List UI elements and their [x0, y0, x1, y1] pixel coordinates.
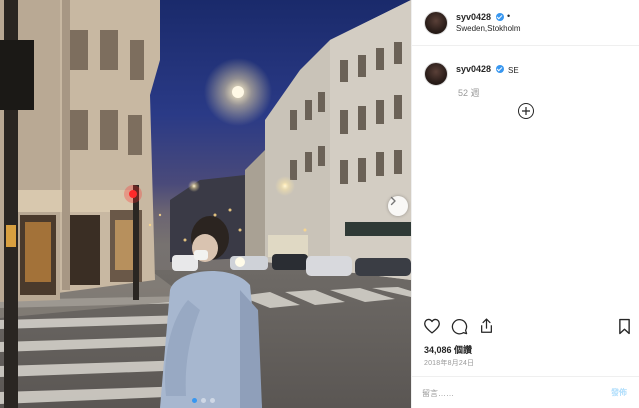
- caption-avatar[interactable]: [424, 62, 448, 86]
- carousel-dot: [201, 398, 206, 403]
- bookmark-icon: [619, 318, 630, 335]
- verified-badge-icon: [496, 65, 504, 73]
- likes-number: 34,086: [424, 345, 452, 355]
- carousel-dot: [210, 398, 215, 403]
- caption-text: SE: [508, 66, 519, 75]
- load-more-comments-button[interactable]: [518, 103, 534, 119]
- share-button[interactable]: [478, 317, 495, 340]
- verified-badge-icon: [496, 13, 504, 21]
- post-date[interactable]: 2018年8月24日: [424, 358, 474, 368]
- caption-timestamp[interactable]: 52 週: [458, 86, 480, 99]
- likes-label: 個讚: [454, 345, 473, 355]
- location-link[interactable]: Sweden,Stokholm: [456, 24, 520, 33]
- header-username[interactable]: syv0428: [456, 12, 491, 22]
- avatar[interactable]: [424, 11, 448, 35]
- street-scene-illustration: [0, 0, 411, 408]
- comment-button[interactable]: [451, 318, 468, 340]
- share-icon: [481, 318, 492, 333]
- next-photo-button[interactable]: [388, 196, 408, 216]
- heart-icon: [424, 318, 440, 334]
- likes-count[interactable]: 34,086 個讚: [424, 343, 472, 356]
- caption-username[interactable]: syv0428: [456, 64, 491, 74]
- post-photo[interactable]: [0, 0, 411, 408]
- post-header: syv0428 • Sweden,Stokholm: [412, 0, 639, 46]
- carousel-indicators: [192, 398, 215, 403]
- comment-input[interactable]: [422, 386, 572, 400]
- header-bullet: •: [507, 11, 511, 21]
- save-button[interactable]: [618, 318, 631, 340]
- post-comment-button[interactable]: 發佈: [611, 387, 627, 398]
- comment-bar: 發佈: [412, 376, 639, 408]
- chevron-right-icon: [390, 196, 396, 206]
- post-detail-panel: syv0428 • Sweden,Stokholm syv0428 SE 52 …: [411, 0, 639, 408]
- like-button[interactable]: [423, 318, 441, 339]
- plus-circle-icon: [522, 107, 530, 115]
- carousel-dot: [192, 398, 197, 403]
- comment-icon: [451, 319, 468, 335]
